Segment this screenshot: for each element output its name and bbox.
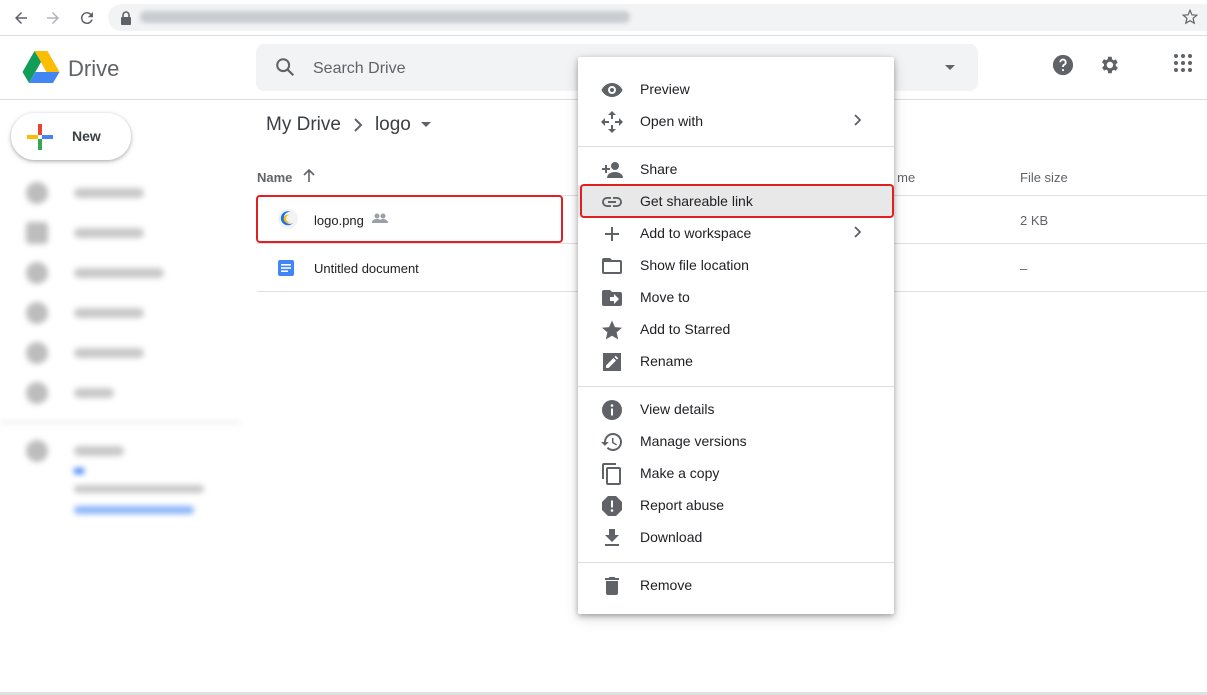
arrow-left-icon	[15, 12, 27, 24]
eye-icon	[601, 83, 623, 97]
sidebar-item[interactable]	[26, 302, 144, 324]
menu-item-label: Move to	[640, 289, 690, 305]
highlight-box-file	[256, 195, 563, 243]
menu-divider	[578, 562, 894, 563]
search-options-caret-icon[interactable]	[944, 64, 956, 72]
sidebar-item[interactable]	[26, 262, 164, 284]
drive-logo-icon[interactable]	[22, 50, 60, 84]
menu-item-share[interactable]: Share	[578, 153, 894, 185]
search-icon[interactable]	[274, 56, 296, 78]
menu-item-add-to-workspace[interactable]: Add to workspace	[578, 217, 894, 249]
sidebar-item[interactable]	[26, 382, 114, 404]
plus-icon	[27, 124, 53, 150]
highlight-box-menu-item	[580, 184, 894, 218]
sort-arrow-up-icon[interactable]	[303, 169, 315, 183]
arrow-right-icon	[47, 12, 59, 24]
menu-item-view-details[interactable]: View details	[578, 393, 894, 425]
chevron-right-icon	[854, 114, 862, 126]
menu-item-label: Open with	[640, 113, 704, 129]
menu-item-label: Manage versions	[640, 433, 747, 449]
star-icon	[602, 320, 622, 340]
menu-item-label: Rename	[640, 353, 693, 369]
search-input[interactable]: Search Drive	[313, 60, 405, 78]
menu-divider	[578, 386, 894, 387]
history-icon	[601, 432, 623, 451]
file-name: Untitled document	[314, 261, 419, 276]
column-file-size[interactable]: File size	[1020, 170, 1068, 185]
breadcrumb: My Drive logo	[266, 113, 431, 137]
column-name[interactable]: Name	[257, 170, 292, 185]
folder-outline-icon	[602, 258, 622, 274]
menu-item-label: Add to workspace	[640, 225, 752, 241]
menu-item-label: View details	[640, 401, 715, 417]
move-arrows-icon	[601, 111, 623, 133]
breadcrumb-my-drive[interactable]: My Drive	[266, 114, 341, 136]
forward-button[interactable]	[41, 6, 65, 30]
menu-item-label: Add to Starred	[640, 321, 731, 337]
sidebar-nav-blurred	[0, 170, 240, 530]
report-alert-icon	[602, 496, 622, 516]
menu-item-label: Show file location	[640, 257, 749, 273]
file-size: –	[1020, 261, 1028, 276]
file-size: 2 KB	[1020, 213, 1049, 228]
menu-item-add-to-starred[interactable]: Add to Starred	[578, 313, 894, 345]
trash-icon	[605, 577, 619, 595]
app-name: Drive	[68, 56, 120, 81]
menu-item-manage-versions[interactable]: Manage versions	[578, 425, 894, 457]
url-text	[140, 11, 630, 23]
menu-item-show-file-location[interactable]: Show file location	[578, 249, 894, 281]
new-button[interactable]: New	[11, 113, 131, 160]
back-button[interactable]	[9, 6, 33, 30]
menu-item-label: Remove	[640, 577, 693, 593]
download-icon	[605, 529, 619, 546]
lock-icon	[121, 11, 131, 25]
menu-item-move-to[interactable]: Move to	[578, 281, 894, 313]
reload-button[interactable]	[75, 6, 99, 30]
copy-icon	[602, 463, 621, 485]
menu-item-label: Share	[640, 161, 678, 177]
new-button-label: New	[72, 128, 101, 144]
breadcrumb-current-folder[interactable]: logo	[375, 114, 411, 136]
chevron-right-icon	[854, 226, 862, 238]
add-person-icon	[602, 162, 623, 178]
menu-divider	[578, 146, 894, 147]
folder-move-icon	[602, 290, 622, 306]
menu-item-label: Make a copy	[640, 465, 720, 481]
help-icon[interactable]	[1052, 54, 1074, 76]
menu-item-make-a-copy[interactable]: Make a copy	[578, 457, 894, 489]
sidebar-item[interactable]	[26, 222, 144, 244]
menu-item-label: Report abuse	[640, 497, 725, 513]
menu-item-download[interactable]: Download	[578, 521, 894, 553]
menu-item-report-abuse[interactable]: Report abuse	[578, 489, 894, 521]
sidebar-item[interactable]	[26, 342, 144, 364]
folder-dropdown-caret-icon[interactable]	[420, 122, 431, 128]
rename-pencil-icon	[603, 353, 621, 371]
settings-gear-icon[interactable]	[1098, 54, 1120, 76]
reload-icon	[80, 12, 93, 25]
apps-grid-icon[interactable]	[1174, 54, 1192, 72]
menu-item-remove[interactable]: Remove	[578, 569, 894, 601]
menu-item-label: Download	[640, 529, 703, 545]
info-icon	[602, 400, 622, 420]
browser-toolbar	[0, 0, 1207, 36]
plus-icon	[605, 227, 619, 241]
menu-item-label: Preview	[640, 81, 690, 97]
sidebar-item[interactable]	[26, 440, 124, 462]
sidebar-item[interactable]	[26, 182, 144, 204]
menu-item-rename[interactable]: Rename	[578, 345, 894, 377]
menu-item-open-with[interactable]: Open with	[578, 105, 894, 137]
google-docs-icon	[278, 260, 294, 276]
menu-item-preview[interactable]: Preview	[578, 73, 894, 105]
bookmark-star-icon[interactable]	[1181, 8, 1199, 26]
context-menu: Preview Open with Share Get shareable li…	[578, 57, 894, 614]
chevron-right-icon	[354, 118, 363, 132]
address-bar[interactable]	[108, 4, 1207, 31]
